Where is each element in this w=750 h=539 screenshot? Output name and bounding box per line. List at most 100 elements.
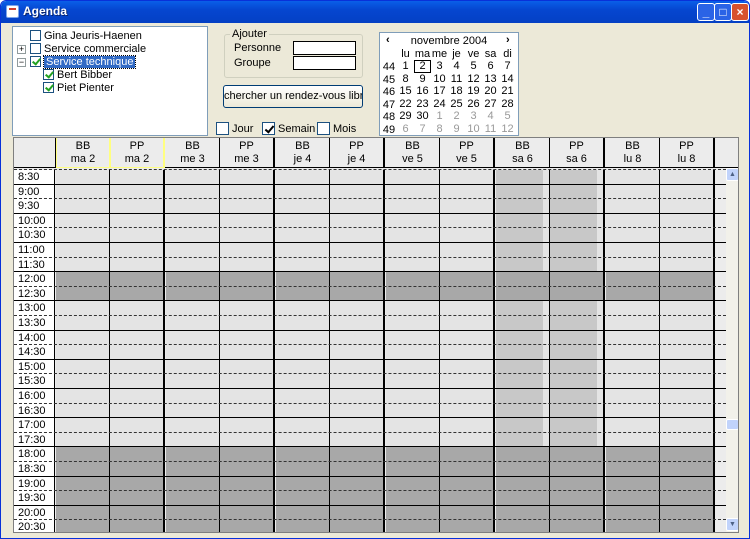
calendar-day[interactable]: 17 xyxy=(431,85,448,98)
calendar-day[interactable]: 8 xyxy=(397,73,414,86)
calendar-day[interactable]: 26 xyxy=(465,98,482,111)
calendar-day[interactable]: 13 xyxy=(482,73,499,86)
title-bar[interactable]: Agenda _ □ × xyxy=(1,1,749,23)
agenda-column-header[interactable]: BB me 3 xyxy=(166,138,220,168)
calendar-day[interactable]: 1 xyxy=(397,60,414,73)
calendar-day[interactable]: 2 xyxy=(414,60,431,73)
calendar-day[interactable]: 5 xyxy=(499,110,516,123)
scroll-thumb[interactable] xyxy=(726,419,738,430)
calendar-day[interactable]: 3 xyxy=(465,110,482,123)
view-mode-option[interactable]: Jour xyxy=(216,122,253,136)
calendar-day[interactable]: 18 xyxy=(448,85,465,98)
agenda-column-header[interactable]: PP ma 2 xyxy=(110,138,165,168)
tree-item[interactable]: Service commerciale xyxy=(30,42,146,56)
agenda-column-header[interactable]: BB ma 2 xyxy=(56,138,110,168)
calendar-day[interactable]: 9 xyxy=(414,73,431,86)
tree-checkbox[interactable] xyxy=(30,43,41,54)
time-slot-cell[interactable] xyxy=(276,520,330,532)
view-mode-checkbox[interactable] xyxy=(317,122,330,135)
calendar-day[interactable]: 19 xyxy=(465,85,482,98)
agenda-column-header[interactable]: PP je 4 xyxy=(330,138,385,168)
view-mode-checkbox[interactable] xyxy=(216,122,229,135)
view-mode-option[interactable]: Mois xyxy=(317,122,356,136)
close-button[interactable]: × xyxy=(731,3,749,21)
calendar-day[interactable]: 30 xyxy=(414,110,431,123)
calendar-day[interactable]: 9 xyxy=(448,123,465,136)
tree-expander-icon[interactable]: + xyxy=(17,45,26,54)
search-free-slot-button[interactable]: chercher un rendez-vous libre <I xyxy=(223,85,363,108)
month-calendar[interactable]: ‹ novembre 2004 › lu ma me je ve sa di 44 1 2 3 4 5 6… xyxy=(379,32,519,136)
tree-item[interactable]: Gina Jeuris-Haenen xyxy=(30,29,142,43)
calendar-day[interactable]: 2 xyxy=(448,110,465,123)
column-day: lu 8 xyxy=(677,153,696,165)
time-slot-cell[interactable] xyxy=(220,520,275,532)
agenda-column-header[interactable]: BB je 4 xyxy=(276,138,330,168)
resource-tree[interactable]: Gina Jeuris-Haenen Service commerciale + Se… xyxy=(12,26,208,136)
calendar-day[interactable]: 8 xyxy=(431,123,448,136)
time-slot-cell[interactable] xyxy=(496,520,550,532)
next-month-icon[interactable]: › xyxy=(506,34,510,46)
tree-item[interactable]: Piet Pienter xyxy=(43,81,114,95)
personne-field[interactable] xyxy=(293,41,356,55)
time-slot-cell[interactable] xyxy=(56,520,110,532)
time-slot-cell[interactable] xyxy=(386,520,440,532)
tree-item[interactable]: Service technique xyxy=(30,55,137,69)
calendar-day[interactable]: 21 xyxy=(499,85,516,98)
calendar-day[interactable]: 16 xyxy=(414,85,431,98)
calendar-day[interactable]: 15 xyxy=(397,85,414,98)
calendar-day[interactable]: 29 xyxy=(397,110,414,123)
agenda-grid[interactable]: BB ma 2 PP ma 2 BB me 3 PP me 3 BB je 4 PP je 4 BB ve… xyxy=(13,137,739,533)
tree-checkbox[interactable] xyxy=(43,69,54,80)
calendar-day[interactable]: 23 xyxy=(414,98,431,111)
calendar-day[interactable]: 3 xyxy=(431,60,448,73)
calendar-day[interactable]: 7 xyxy=(414,123,431,136)
calendar-day[interactable]: 6 xyxy=(397,123,414,136)
agenda-column-header[interactable]: BB lu 8 xyxy=(606,138,660,168)
time-slot-cell[interactable] xyxy=(606,520,660,532)
calendar-day[interactable]: 6 xyxy=(482,60,499,73)
agenda-column-header[interactable]: BB sa 6 xyxy=(496,138,550,168)
calendar-day[interactable]: 11 xyxy=(448,73,465,86)
tree-checkbox[interactable] xyxy=(43,82,54,93)
maximize-button[interactable]: □ xyxy=(714,3,732,21)
tree-checkbox[interactable] xyxy=(30,56,41,67)
tree-item[interactable]: Bert Bibber xyxy=(43,68,112,82)
time-slot-cell[interactable] xyxy=(330,520,385,532)
view-mode-option[interactable]: Semain xyxy=(262,122,315,136)
agenda-column-header[interactable]: PP ve 5 xyxy=(440,138,495,168)
agenda-column-header[interactable]: PP lu 8 xyxy=(660,138,715,168)
time-slot-cell[interactable] xyxy=(550,520,605,532)
calendar-day[interactable]: 1 xyxy=(431,110,448,123)
groupe-field[interactable] xyxy=(293,56,356,70)
agenda-column-header[interactable]: BB ve 5 xyxy=(386,138,440,168)
calendar-day[interactable]: 4 xyxy=(482,110,499,123)
minimize-button[interactable]: _ xyxy=(697,3,715,21)
tree-expander-icon[interactable]: − xyxy=(17,58,26,67)
time-slot-cell[interactable] xyxy=(166,520,220,532)
calendar-day[interactable]: 12 xyxy=(465,73,482,86)
calendar-day[interactable]: 27 xyxy=(482,98,499,111)
calendar-day[interactable]: 14 xyxy=(499,73,516,86)
calendar-day[interactable]: 22 xyxy=(397,98,414,111)
scroll-down-icon[interactable]: ▼ xyxy=(726,518,738,531)
time-slot-cell[interactable] xyxy=(110,520,165,532)
agenda-column-header[interactable]: PP me 3 xyxy=(220,138,275,168)
time-slot-cell[interactable] xyxy=(660,520,715,532)
vertical-scrollbar[interactable]: ▲ ▼ xyxy=(726,168,738,532)
calendar-day[interactable]: 10 xyxy=(465,123,482,136)
calendar-day[interactable]: 11 xyxy=(482,123,499,136)
calendar-day[interactable]: 20 xyxy=(482,85,499,98)
calendar-day[interactable]: 7 xyxy=(499,60,516,73)
tree-checkbox[interactable] xyxy=(30,30,41,41)
calendar-day[interactable]: 10 xyxy=(431,73,448,86)
calendar-day[interactable]: 25 xyxy=(448,98,465,111)
calendar-day[interactable]: 28 xyxy=(499,98,516,111)
calendar-day[interactable]: 4 xyxy=(448,60,465,73)
calendar-day[interactable]: 24 xyxy=(431,98,448,111)
calendar-day[interactable]: 12 xyxy=(499,123,516,136)
agenda-column-header[interactable]: PP sa 6 xyxy=(550,138,605,168)
time-slot-cell[interactable] xyxy=(440,520,495,532)
calendar-day[interactable]: 5 xyxy=(465,60,482,73)
scroll-up-icon[interactable]: ▲ xyxy=(726,168,738,181)
view-mode-checkbox[interactable] xyxy=(262,122,275,135)
